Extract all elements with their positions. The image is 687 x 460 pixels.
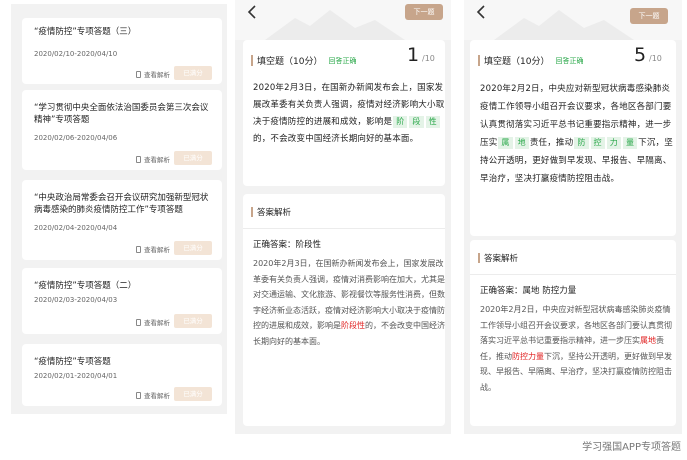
analysis-text: 2020年2月3日，在国新办新闻发布会上，国家发展改革委有关负责人强调，疫情对消… <box>253 259 445 346</box>
view-analysis-link[interactable]: 查看解析 <box>136 390 170 400</box>
analysis-header: 答案解析 <box>251 206 291 218</box>
back-arrow-icon[interactable] <box>245 3 259 21</box>
question-total: /10 <box>649 54 662 63</box>
answer-chip: 防 <box>574 137 589 149</box>
view-analysis-link[interactable]: 查看解析 <box>136 69 170 79</box>
question-header: 填空题（10分） 回答正确 <box>251 54 356 67</box>
answer-status: 回答正确 <box>555 56 584 65</box>
view-analysis-link[interactable]: 查看解析 <box>136 317 170 327</box>
list-item[interactable]: “中央政治局常委会召开会议研究加强新型冠状病毒感染的肺炎疫情防控工作”专项答题 … <box>22 180 222 260</box>
correct-answer: 正确答案：属地 防控力量 <box>480 286 577 296</box>
answer-analysis-card: 答案解析 正确答案：属地 防控力量 2020年2月2日，中央应对新型冠状病毒感染… <box>470 240 676 426</box>
next-question-button[interactable]: 下一题 <box>630 8 668 24</box>
accent-bar <box>251 55 253 66</box>
question-text: 2020年2月3日，在国新办新闻发布会上，国家发展改革委有关负责人强调，疫情对经… <box>253 83 445 144</box>
question-card: 填空题（10分） 回答正确 5 /10 2020年2月2日，中央应对新型冠状病毒… <box>470 40 676 236</box>
question-screen-1: 下一题 填空题（10分） 回答正确 1 /10 2020年2月3日，在国新办新闻… <box>235 0 451 434</box>
document-icon <box>136 318 141 326</box>
divider <box>243 228 445 229</box>
question-number: 1 <box>407 44 420 66</box>
question-total: /10 <box>422 54 435 63</box>
analysis-title: 答案解析 <box>484 254 519 264</box>
question-header: 填空题（10分） 回答正确 <box>478 54 583 67</box>
analysis-title: 答案解析 <box>257 208 292 218</box>
list-item-date: 2020/02/06-2020/04/06 <box>34 134 118 142</box>
answer-chip: 力 <box>606 137 621 149</box>
list-item-date: 2020/02/03-2020/04/03 <box>34 296 118 304</box>
list-item-date: 2020/02/04-2020/04/04 <box>34 224 118 232</box>
document-icon <box>136 245 141 253</box>
full-score-button[interactable]: 已满分 <box>174 66 212 80</box>
document-icon <box>136 70 141 78</box>
footer-caption: 学习强国APP专项答题 <box>582 442 681 453</box>
list-item-date: 2020/02/01-2020/04/01 <box>34 372 118 380</box>
list-item-title: “疫情防控”专项答题 <box>34 357 111 367</box>
question-screen-5: 下一题 填空题（10分） 回答正确 5 /10 2020年2月2日，中央应对新型… <box>464 0 682 434</box>
accent-bar <box>251 207 253 217</box>
analysis-text: 2020年2月2日，中央应对新型冠状病毒感染肺炎疫情工作领导小组召开会议要求，各… <box>480 305 672 392</box>
list-item[interactable]: “学习贯彻中央全面依法治国委员会第三次会议精神”专项答题 2020/02/06-… <box>22 90 222 170</box>
question-type: 填空题（10分） <box>484 57 550 67</box>
analysis-header: 答案解析 <box>478 252 518 264</box>
question-type: 填空题（10分） <box>257 57 323 67</box>
full-score-button[interactable]: 已满分 <box>174 151 212 165</box>
answer-chip: 阶 <box>393 116 408 128</box>
correct-answer: 正确答案：阶段性 <box>253 240 322 250</box>
question-number: 5 <box>634 44 647 66</box>
view-analysis-link[interactable]: 查看解析 <box>136 244 170 254</box>
answer-chip: 量 <box>622 137 638 149</box>
next-question-button[interactable]: 下一题 <box>405 4 443 20</box>
list-item[interactable]: “疫情防控”专项答题（二） 2020/02/03-2020/04/03 查看解析… <box>22 268 222 334</box>
answer-chip: 地 <box>514 137 529 149</box>
list-item-date: 2020/02/10-2020/04/10 <box>34 50 118 58</box>
answer-status: 回答正确 <box>328 56 357 65</box>
top-bar: 下一题 <box>464 0 682 40</box>
answer-chip: 段 <box>409 116 424 128</box>
full-score-button[interactable]: 已满分 <box>174 241 212 255</box>
full-score-button[interactable]: 已满分 <box>174 387 212 401</box>
list-item-title: “中央政治局常委会召开会议研究加强新型冠状病毒感染的肺炎疫情防控工作”专项答题 <box>34 193 209 215</box>
list-item-title: “疫情防控”专项答题（三） <box>34 27 137 37</box>
accent-bar <box>478 55 480 66</box>
list-item[interactable]: “疫情防控”专项答题（三） 2020/02/10-2020/04/10 查看解析… <box>22 18 222 84</box>
quiz-list-panel: “疫情防控”专项答题（三） 2020/02/10-2020/04/10 查看解析… <box>11 4 227 414</box>
list-item[interactable]: “疫情防控”专项答题 2020/02/01-2020/04/01 查看解析 已满… <box>22 344 222 406</box>
divider <box>470 274 676 275</box>
answer-chip: 控 <box>590 137 605 149</box>
document-icon <box>136 391 141 399</box>
answer-chip: 性 <box>425 116 440 128</box>
view-analysis-link[interactable]: 查看解析 <box>136 154 170 164</box>
list-item-title: “疫情防控”专项答题（二） <box>34 281 137 291</box>
full-score-button[interactable]: 已满分 <box>174 314 212 328</box>
answer-chip: 属 <box>498 137 513 149</box>
question-card: 填空题（10分） 回答正确 1 /10 2020年2月3日，在国新办新闻发布会上… <box>243 40 445 186</box>
document-icon <box>136 155 141 163</box>
question-text: 2020年2月2日，中央应对新型冠状病毒感染肺炎疫情工作领导小组召开会议要求，各… <box>480 84 673 184</box>
list-item-title: “学习贯彻中央全面依法治国委员会第三次会议精神”专项答题 <box>34 103 209 125</box>
answer-analysis-card: 答案解析 正确答案：阶段性 2020年2月3日，在国新办新闻发布会上，国家发展改… <box>243 194 445 426</box>
top-bar: 下一题 <box>235 0 451 40</box>
back-arrow-icon[interactable] <box>474 3 488 21</box>
accent-bar <box>478 253 480 263</box>
